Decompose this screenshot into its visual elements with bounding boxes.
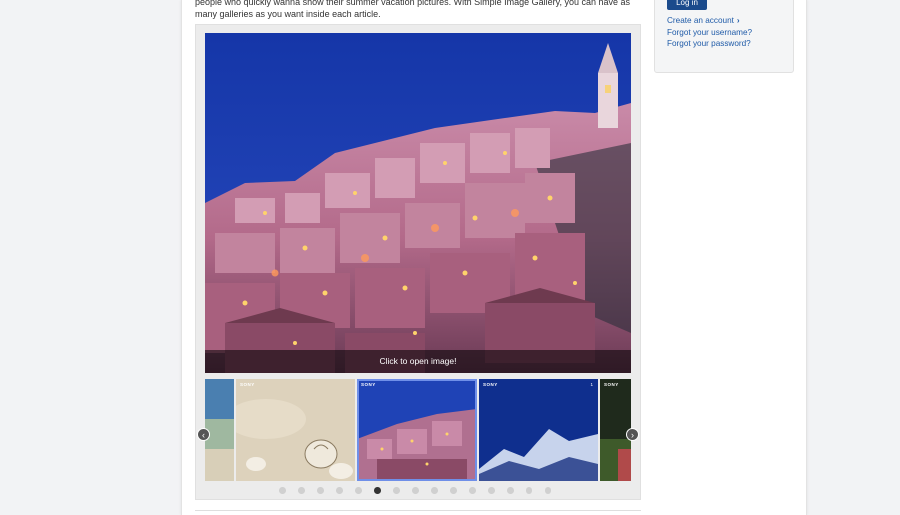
article-intro-text: people who quickly wanna show their summ… — [195, 0, 631, 19]
image-caption: Click to open image! — [205, 350, 631, 373]
create-account-link[interactable]: Create an account › — [667, 16, 740, 25]
pagination-dot[interactable] — [430, 487, 438, 494]
pagination-dot[interactable] — [487, 487, 495, 494]
pagination-dot[interactable] — [335, 487, 343, 494]
thumbnail-brand: SONY — [483, 382, 498, 387]
thumbnail-brand: SONY — [604, 382, 619, 387]
prev-arrow-button[interactable]: ‹ — [197, 428, 210, 441]
chevron-right-icon: › — [631, 430, 634, 440]
content-divider — [195, 510, 641, 511]
coast-photo — [205, 379, 234, 481]
next-arrow-button[interactable]: › — [626, 428, 639, 441]
beach-shells-photo — [236, 379, 355, 481]
town-night-photo — [205, 33, 631, 373]
pagination-dot[interactable] — [354, 487, 362, 494]
pagination-dot[interactable] — [279, 487, 286, 494]
pagination-dot[interactable] — [373, 487, 381, 494]
forgot-password-link[interactable]: Forgot your password? — [667, 39, 751, 48]
login-button[interactable]: Log in — [667, 0, 707, 10]
main-gallery-image[interactable]: Click to open image! — [205, 33, 631, 373]
pagination-dot[interactable] — [316, 487, 324, 494]
pagination-dot[interactable] — [297, 487, 305, 494]
pagination-dot[interactable] — [544, 487, 552, 494]
pagination-dot[interactable] — [411, 487, 419, 494]
thumbnail-strip: SONY SONY SONY 1 SONY — [205, 379, 631, 481]
thumbnail-brand: SONY — [240, 382, 255, 387]
chevron-right-icon: › — [736, 16, 740, 25]
thumbnail-number: 1 — [590, 382, 593, 387]
pagination-dot[interactable] — [506, 487, 514, 494]
pagination-dot[interactable] — [468, 487, 476, 494]
thumbnail-brand: SONY — [361, 382, 376, 387]
thumbnail-beach-shells[interactable]: SONY — [236, 379, 355, 481]
snowy-mountain-photo — [479, 379, 598, 481]
pagination-dot[interactable] — [392, 487, 400, 494]
create-account-label: Create an account — [667, 16, 734, 25]
forgot-username-link[interactable]: Forgot your username? — [667, 28, 752, 37]
chevron-left-icon: ‹ — [202, 430, 205, 440]
pagination-dot[interactable] — [449, 487, 457, 494]
pagination-dots — [279, 487, 552, 495]
login-panel: Log in Create an account › Forgot your us… — [654, 0, 794, 73]
pagination-dot[interactable] — [525, 487, 533, 494]
town-night-thumb — [357, 379, 477, 481]
thumbnail-coast[interactable] — [205, 379, 234, 481]
thumbnail-town-night[interactable]: SONY — [357, 379, 477, 481]
thumbnail-snowy-mountain[interactable]: SONY 1 — [479, 379, 598, 481]
